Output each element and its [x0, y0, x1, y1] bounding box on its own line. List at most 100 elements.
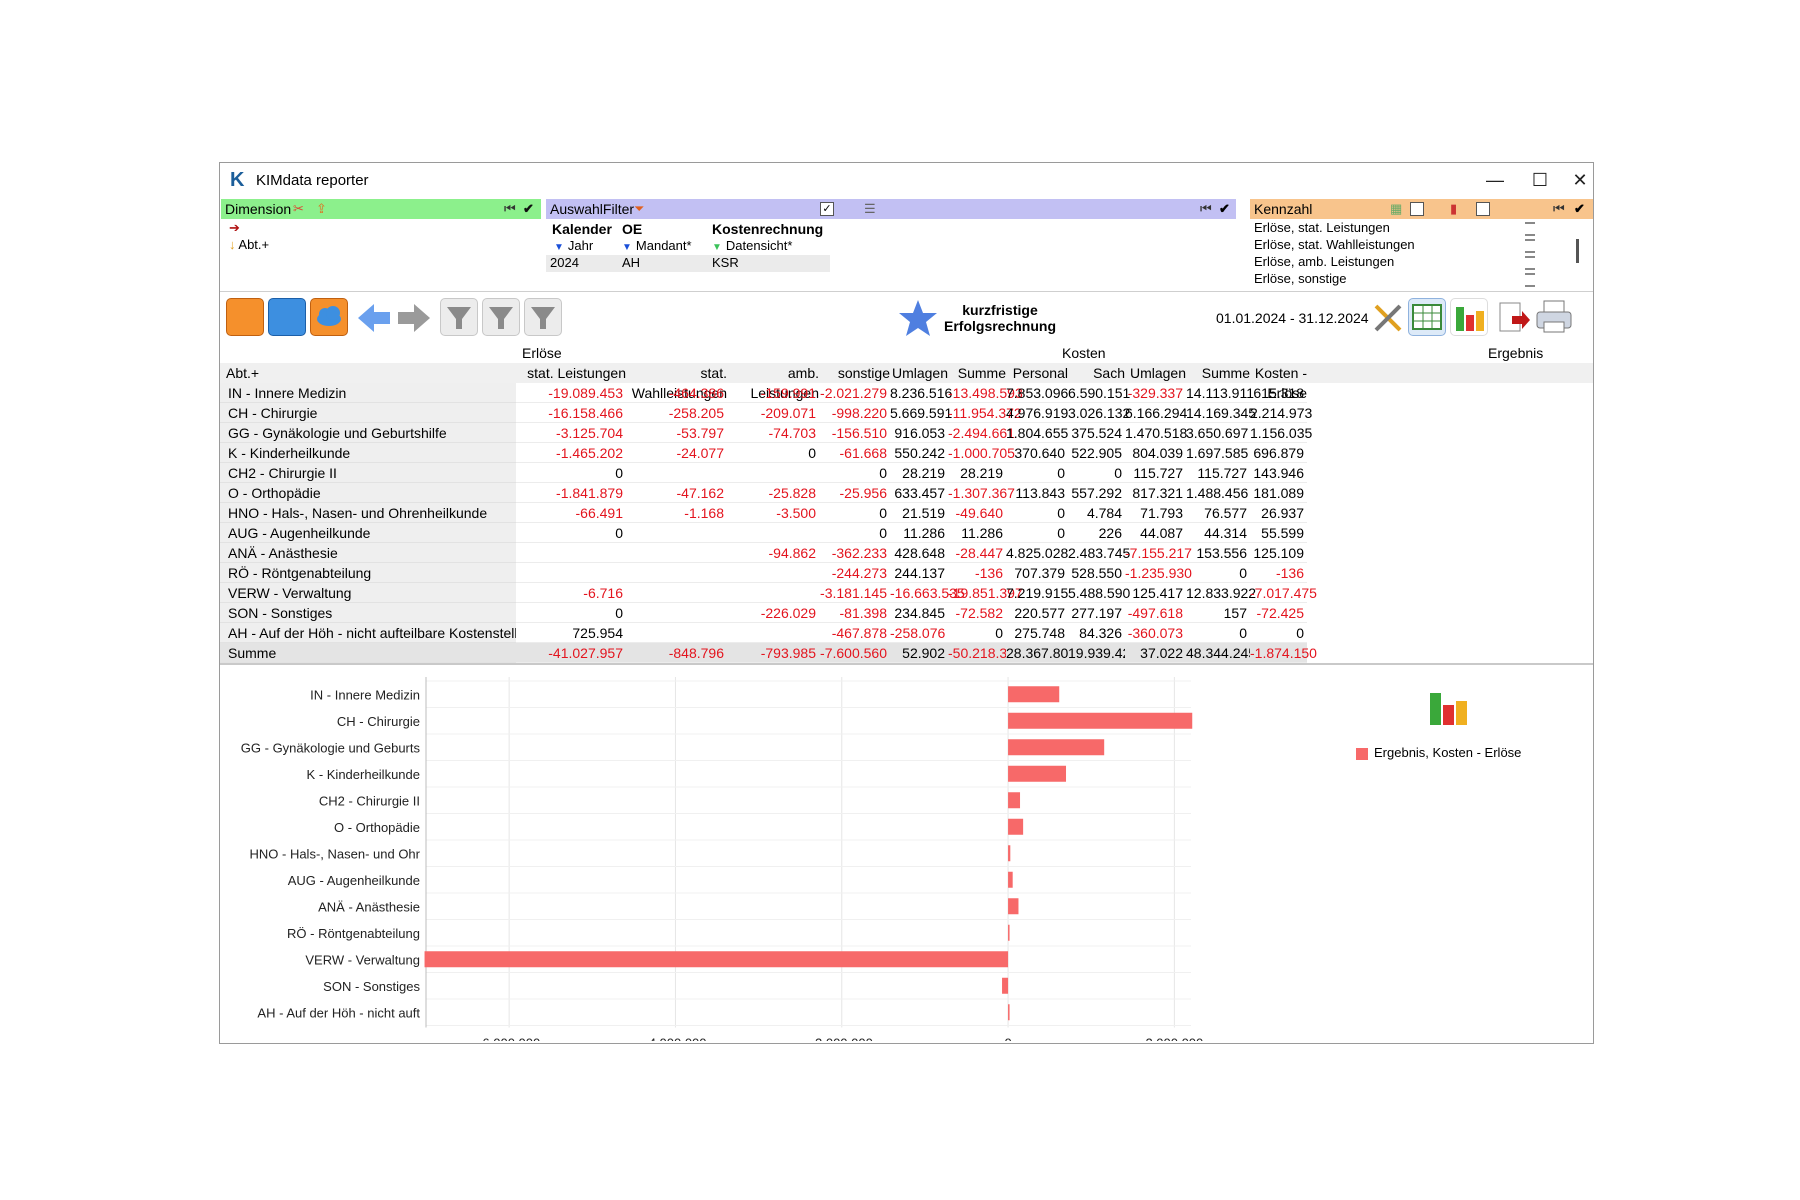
table-row[interactable]: VERW - Verwaltung -6.716 -3.181.145 -16.663… [220, 583, 1593, 603]
table-view-button[interactable] [1408, 298, 1446, 336]
table-row[interactable]: IN - Innere Medizin -19.089.453 -464.386 -1… [220, 383, 1593, 403]
table-cell: 0 [1068, 463, 1125, 483]
table-cell [727, 523, 819, 543]
kennzahl-item[interactable]: Erlöse, stat. Leistungen [1250, 219, 1593, 236]
column-header[interactable]: Summe [948, 363, 1006, 383]
filter-column-oe[interactable]: OE ▼ Mandant* AH [618, 221, 708, 272]
table-row[interactable]: O - Orthopädie -1.841.879 -47.162 -25.828 -2… [220, 483, 1593, 503]
table-row[interactable]: GG - Gynäkologie und Geburtshilfe -3.125.… [220, 423, 1593, 443]
orange-square-button[interactable] [226, 298, 264, 336]
maximize-button[interactable]: ☐ [1525, 167, 1555, 193]
filter-column-kostenrechnung[interactable]: Kostenrechnung ▼ Datensicht* KSR [708, 221, 830, 272]
table-cell: -19.851.397 [948, 585, 1023, 603]
column-header[interactable]: Sach [1068, 363, 1125, 383]
collapse-icon[interactable]: ⏮ [1200, 201, 1212, 217]
filter-column-kalender[interactable]: Kalender ▼ Jahr 2024 [546, 221, 618, 272]
table-cell: 5.488.590 [1068, 585, 1131, 603]
settings-tools-icon[interactable] [1370, 300, 1406, 336]
chart-type-icon[interactable] [1428, 687, 1472, 727]
sum-row[interactable]: Summe -41.027.957 -848.796 -793.985 -7.600.5… [220, 643, 1593, 663]
chart-view-button[interactable] [1450, 298, 1488, 336]
table-cell: 275.748 [1006, 623, 1068, 643]
bar-chart-icon [1456, 307, 1484, 331]
export-icon[interactable]: ⇪ [316, 201, 327, 217]
kennzahl-item[interactable]: Erlöse, sonstige [1250, 270, 1593, 287]
kennzahl-checkbox-1[interactable] [1410, 202, 1424, 216]
filter-checkbox[interactable]: ✓ [820, 202, 834, 216]
table-cell: 0 [1006, 503, 1068, 523]
row-header-label[interactable]: Abt.+ [226, 363, 259, 383]
row-label: SON - Sonstiges [220, 603, 516, 623]
forward-arrow-icon[interactable] [396, 302, 432, 334]
row-label: AH - Auf der Höh - nicht aufteilbare Kos… [220, 623, 516, 643]
table-cell: 0 [1250, 623, 1307, 643]
table-row[interactable]: HNO - Hals-, Nasen- und Ohrenheilkunde -6… [220, 503, 1593, 523]
list-icon [1525, 222, 1535, 236]
kennzahl-item[interactable]: Erlöse, stat. Wahlleistungen [1250, 236, 1593, 253]
table-cell: 0 [516, 523, 626, 543]
table-cell: 181.089 [1250, 483, 1307, 503]
apply-check-icon[interactable]: ✔ [1219, 201, 1230, 217]
table-cell: 226 [1068, 523, 1125, 543]
list-icon [1525, 256, 1535, 270]
blue-square-button[interactable] [268, 298, 306, 336]
table-cell: -497.618 [1125, 603, 1186, 623]
column-header[interactable]: Summe [1186, 363, 1250, 383]
column-header[interactable]: sonstige [819, 363, 890, 383]
menu-icon[interactable]: ☰ [864, 201, 876, 217]
table-row[interactable]: CH2 - Chirurgie II 0 0 28.219 28.219 0 0 115.72… [220, 463, 1593, 483]
table-cell [626, 563, 727, 583]
table-cell [727, 583, 819, 603]
row-label: ANÄ - Anästhesie [220, 543, 516, 563]
close-button[interactable]: ✕ [1565, 167, 1593, 193]
cloud-button[interactable] [310, 298, 348, 336]
printer-icon[interactable] [1534, 298, 1574, 336]
table-cell: 3.650.697 [1186, 425, 1250, 443]
favorite-star-icon[interactable] [898, 298, 938, 338]
table-row[interactable]: SON - Sonstiges 0 -226.029 -81.398 234.845 -7… [220, 603, 1593, 623]
table-row[interactable]: AUG - Augenheilkunde 0 0 11.286 11.286 0 226 44… [220, 523, 1593, 543]
table-cell: 375.524 [1068, 423, 1125, 443]
dimension-item[interactable]: ↓ Abt.+ [221, 236, 541, 253]
collapse-icon[interactable]: ⏮ [504, 201, 516, 217]
table-cell: 916.053 [890, 423, 948, 443]
table-cell: 0 [1006, 463, 1068, 483]
table-row[interactable]: K - Kinderheilkunde -1.465.202 -24.077 0 -61… [220, 443, 1593, 463]
table-row[interactable]: RÖ - Röntgenabteilung -244.273 244.137 -136… [220, 563, 1593, 583]
table-cell [727, 463, 819, 483]
minimize-button[interactable]: — [1480, 167, 1510, 193]
kennzahl-item[interactable]: Erlöse, amb. Leistungen [1250, 253, 1593, 270]
kennzahl-checkbox-2[interactable] [1476, 202, 1490, 216]
filter-icon[interactable]: ⏷ [634, 201, 644, 217]
table-cell: -94.862 [727, 543, 819, 563]
filter-button-1[interactable] [440, 298, 478, 336]
table-icon[interactable]: ▦ [1390, 201, 1402, 217]
export-document-icon[interactable] [1494, 300, 1530, 336]
arrow-down-icon: ↓ [229, 237, 236, 252]
filter-button-3[interactable] [524, 298, 562, 336]
column-header[interactable]: Personal [1006, 363, 1068, 383]
table-row[interactable]: CH - Chirurgie -16.158.466 -258.205 -209.07… [220, 403, 1593, 423]
back-arrow-icon[interactable] [356, 302, 392, 334]
chart-area: -6.000.000 -4.000.000 -2.000.000 0 2.000.000… [220, 663, 1593, 1043]
table-row[interactable]: ANÄ - Anästhesie -94.862 -362.233 428.648 -2… [220, 543, 1593, 563]
table-cell: -7.017.475 [1250, 585, 1317, 603]
table-cell: 696.879 [1250, 443, 1307, 463]
apply-check-icon[interactable]: ✔ [523, 201, 534, 217]
filter-button-2[interactable] [482, 298, 520, 336]
scrollbar-thumb[interactable] [1576, 239, 1579, 263]
table-cell: -226.029 [727, 603, 819, 623]
chart-icon[interactable]: ▮ [1450, 201, 1457, 217]
collapse-icon[interactable]: ⏮ [1553, 201, 1565, 217]
column-header[interactable]: Umlagen [890, 363, 948, 383]
column-header[interactable]: Umlagen [1125, 363, 1186, 383]
remove-dimension-icon[interactable]: ✂ [293, 201, 304, 217]
chart-legend: Ergebnis, Kosten - Erlöse [1356, 745, 1521, 760]
table-row[interactable]: AH - Auf der Höh - nicht aufteilbare Kos… [220, 623, 1593, 643]
table-cell: -53.797 [626, 423, 727, 443]
apply-check-icon[interactable]: ✔ [1574, 201, 1585, 217]
table-cell: 125.109 [1250, 543, 1307, 563]
column-header[interactable]: stat. Leistungen [506, 363, 626, 383]
table-cell: 3.026.132 [1068, 405, 1131, 423]
row-label: GG - Gynäkologie und Geburtshilfe [220, 423, 516, 443]
